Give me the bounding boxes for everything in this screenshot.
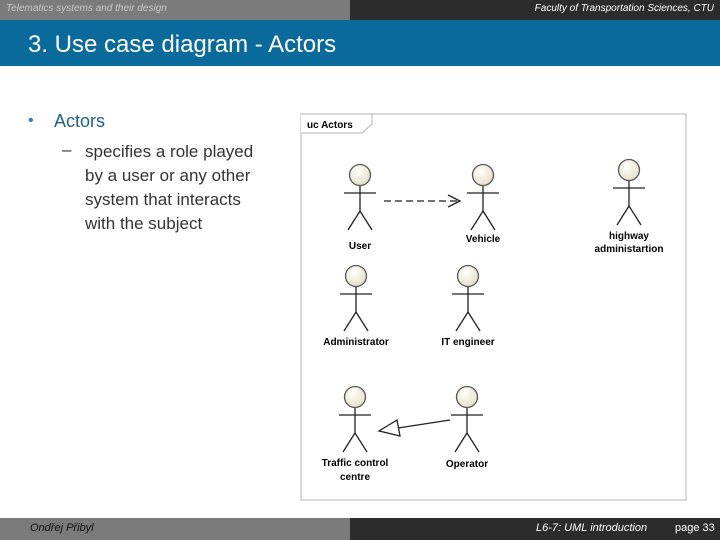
actor-user-label: User [349,241,371,252]
actor-operator-label: Operator [446,459,488,470]
footer-bar-right [350,518,720,540]
actor-administrator-label: Administrator [323,337,389,348]
author-name: Ondřej Přibyl [30,522,94,534]
actor-traffic-label-line1: Traffic control [322,458,389,469]
actor-traffic-label-line2: centre [340,472,370,483]
actor-highway-label-line1: highway [609,231,649,242]
actor-it-engineer-label: IT engineer [441,337,494,348]
lecture-name: L6-7: UML introduction [536,522,648,534]
frame-label: uc Actors [307,120,353,131]
actor-highway-label-line2: administartion [595,244,664,255]
actor-vehicle-label: Vehicle [466,234,501,245]
use-case-diagram: uc Actors User Vehicle highway administa… [300,113,687,501]
page-number: page 33 [675,522,715,534]
